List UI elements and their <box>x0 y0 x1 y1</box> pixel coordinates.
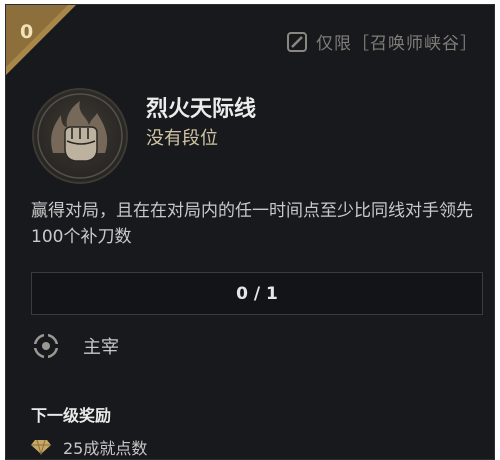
progress-bar: 0 / 1 <box>31 272 483 315</box>
progress-text: 0 / 1 <box>236 283 278 304</box>
fist-flame-emblem-icon <box>32 88 128 184</box>
next-reward-heading: 下一级奖励 <box>31 406 112 425</box>
map-restriction-label: 仅限［召唤师峡谷］ <box>316 34 478 54</box>
challenge-category: 主宰 <box>31 331 119 361</box>
dominance-target-icon <box>31 331 61 361</box>
diamond-gem-icon <box>31 439 51 455</box>
reward-item: 25成就点数 <box>31 435 147 459</box>
challenge-title: 烈火天际线 <box>146 97 257 122</box>
challenge-card: 0 仅限［召唤师峡谷］ 烈火天际线 没有段位 赢得对局，且在在对局内的任一时间点… <box>5 4 495 460</box>
corner-ribbon-icon <box>6 5 76 75</box>
level-number: 0 <box>20 21 34 43</box>
challenge-rank: 没有段位 <box>146 128 218 149</box>
level-corner-ribbon: 0 <box>6 5 76 75</box>
challenge-description: 赢得对局，且在在对局内的任一时间点至少比同线对手领先100个补刀数 <box>31 201 473 247</box>
slash-square-icon <box>287 31 307 52</box>
category-label: 主宰 <box>83 337 119 358</box>
map-restriction-tag: 仅限［召唤师峡谷］ <box>286 29 478 54</box>
reward-points: 25成就点数 <box>63 439 148 458</box>
